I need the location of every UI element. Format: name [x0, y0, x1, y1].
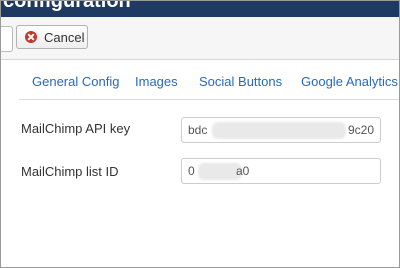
- tab-google-analytics[interactable]: Google Analytics: [301, 74, 398, 89]
- cancel-button-label: Cancel: [44, 29, 85, 45]
- list-id-value-end: a0: [236, 164, 250, 178]
- api-key-label: MailChimp API key: [21, 121, 131, 136]
- tab-images[interactable]: Images: [135, 74, 178, 89]
- tab-general-config[interactable]: General Config: [32, 74, 119, 89]
- list-id-field[interactable]: 0 a0: [181, 158, 381, 184]
- redacted-blur: [212, 122, 346, 139]
- toolbar: Cancel: [1, 17, 399, 60]
- api-key-value-end: 9c20: [348, 123, 375, 137]
- cancel-button[interactable]: Cancel: [16, 25, 88, 49]
- list-id-value-start: 0: [188, 164, 195, 178]
- page-title: configuration: [3, 1, 131, 12]
- api-key-value-start: bdc: [188, 123, 208, 137]
- title-bar: configuration: [1, 1, 399, 17]
- app-window: configuration Cancel General Config Imag…: [0, 0, 400, 268]
- tab-bar: General Config Images Social Buttons Goo…: [19, 67, 399, 100]
- cancel-icon: [25, 31, 37, 43]
- save-button[interactable]: [1, 26, 13, 52]
- api-key-field[interactable]: bdc 9c20: [181, 117, 381, 143]
- list-id-label: MailChimp list ID: [21, 164, 119, 179]
- tab-social-buttons[interactable]: Social Buttons: [199, 74, 282, 89]
